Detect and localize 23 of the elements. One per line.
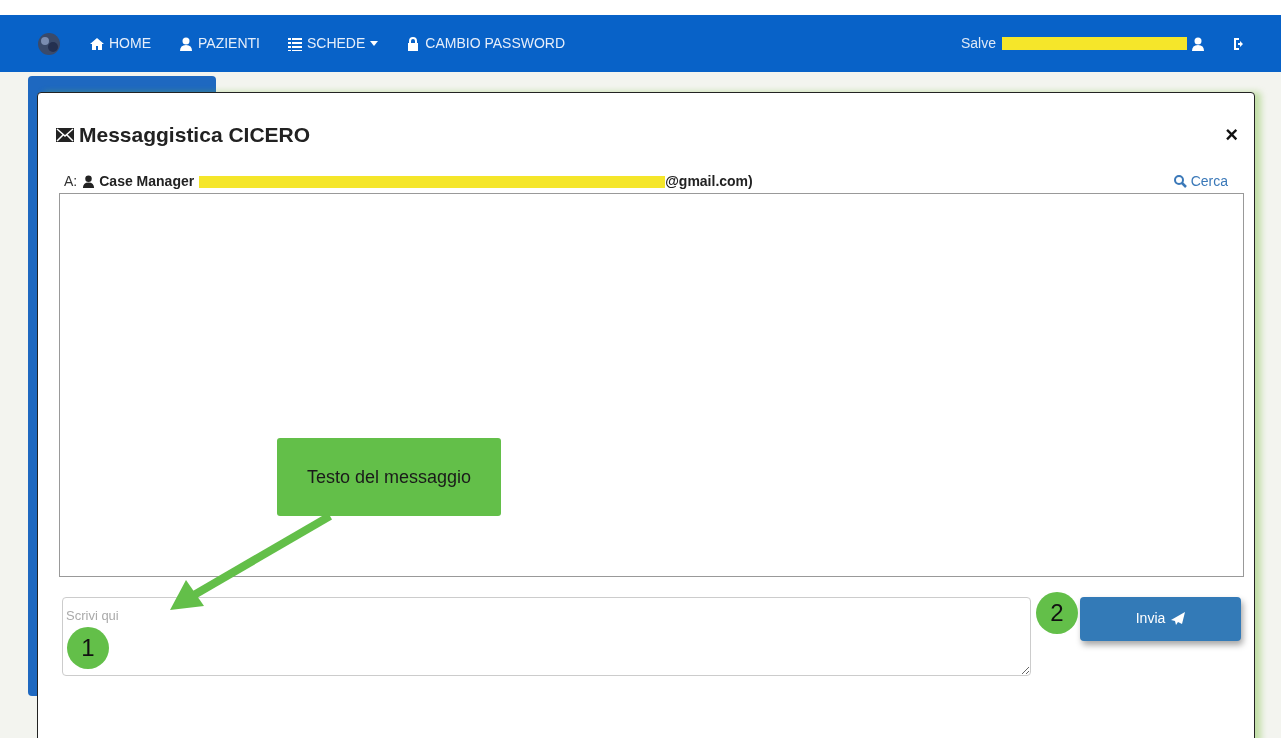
search-link[interactable]: Cerca [1173, 171, 1228, 192]
lock-icon [406, 36, 421, 51]
home-icon [90, 36, 104, 51]
modal-title: Messaggistica CICERO [79, 122, 311, 148]
nav-link[interactable]: PAZIENTI [179, 33, 260, 54]
annotation-callout: Testo del messaggio [277, 438, 501, 516]
user-icon [179, 36, 193, 51]
user-icon [82, 175, 96, 188]
list-icon [287, 36, 302, 51]
nav-link[interactable]: HOME [90, 33, 151, 54]
greeting-text: Salve [960, 34, 996, 53]
recipient-email: @gmail.com) [665, 172, 753, 191]
user-icon[interactable] [1191, 36, 1205, 51]
recipient-label: A: [64, 172, 78, 191]
send-button[interactable]: Invia [1080, 596, 1241, 641]
paper-plane-icon [1171, 612, 1186, 625]
nav-link[interactable]: CAMBIO PASSWORD [406, 33, 566, 54]
nav-link[interactable]: SCHEDE [287, 33, 379, 54]
search-icon [1173, 175, 1187, 188]
envelope-icon [56, 127, 74, 142]
close-button[interactable]: × [1225, 123, 1238, 146]
recipient-name: Case Manager [99, 172, 195, 191]
search-link-text[interactable]: Cerca [1190, 171, 1228, 192]
